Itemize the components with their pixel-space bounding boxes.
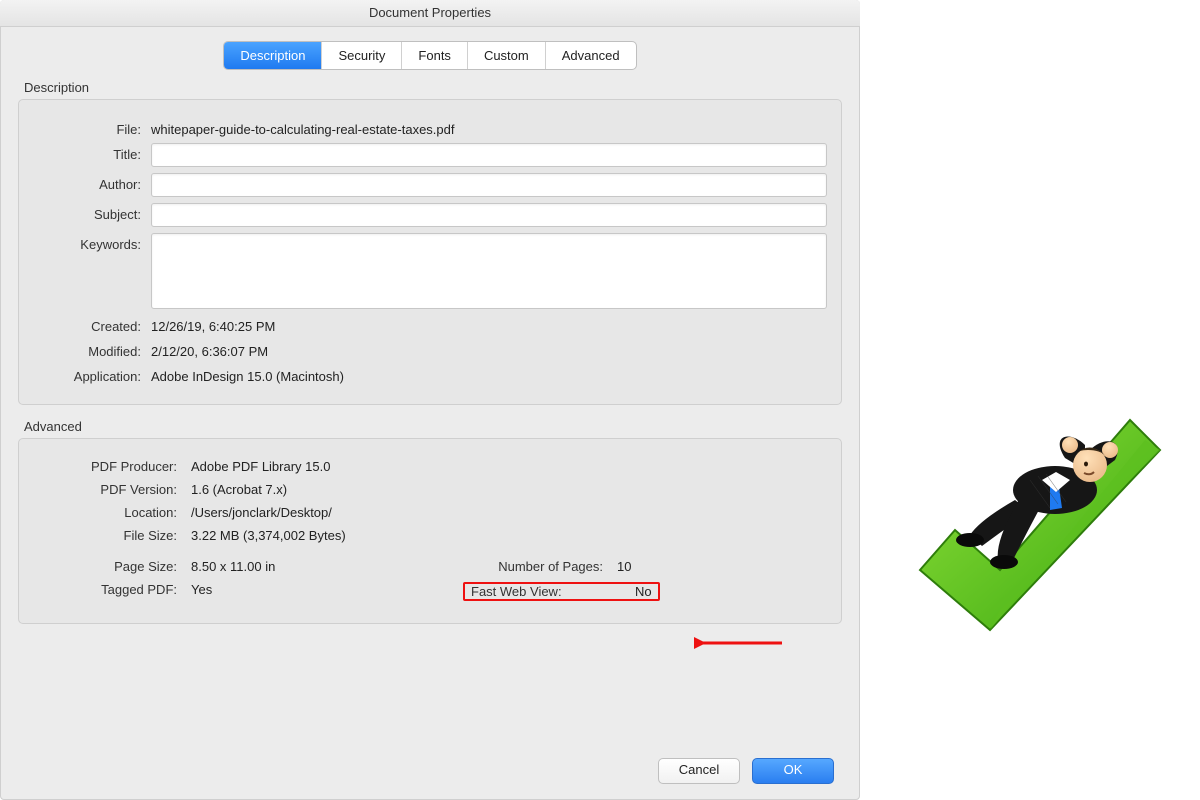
- button-bar: Cancel OK: [658, 758, 834, 784]
- tab-fonts[interactable]: Fonts: [402, 42, 468, 69]
- created-label: Created:: [33, 315, 151, 334]
- tab-description[interactable]: Description: [224, 42, 322, 69]
- cancel-button[interactable]: Cancel: [658, 758, 740, 784]
- author-label: Author:: [33, 173, 151, 192]
- fast-web-view-value: No: [623, 584, 652, 599]
- pdf-producer-label: PDF Producer:: [33, 459, 191, 474]
- file-label: File:: [33, 118, 151, 137]
- location-label: Location:: [33, 505, 191, 520]
- document-properties-dialog: Document Properties Description Security…: [0, 0, 860, 800]
- tab-group: Description Security Fonts Custom Advanc…: [223, 41, 636, 70]
- window-title: Document Properties: [0, 0, 860, 27]
- pdf-version-label: PDF Version:: [33, 482, 191, 497]
- author-input[interactable]: [151, 173, 827, 197]
- num-pages-value: 10: [617, 559, 631, 574]
- application-label: Application:: [33, 365, 151, 384]
- tab-bar: Description Security Fonts Custom Advanc…: [0, 41, 860, 70]
- file-size-label: File Size:: [33, 528, 191, 543]
- description-section-label: Description: [24, 80, 842, 95]
- modified-label: Modified:: [33, 340, 151, 359]
- keywords-input[interactable]: [151, 233, 827, 309]
- pdf-version-value: 1.6 (Acrobat 7.x): [191, 482, 287, 497]
- pdf-producer-value: Adobe PDF Library 15.0: [191, 459, 330, 474]
- tagged-pdf-value: Yes: [191, 582, 212, 597]
- created-value: 12/26/19, 6:40:25 PM: [151, 315, 827, 334]
- location-value: /Users/jonclark/Desktop/: [191, 505, 332, 520]
- tab-security[interactable]: Security: [322, 42, 402, 69]
- tagged-pdf-label: Tagged PDF:: [33, 582, 191, 597]
- ok-button[interactable]: OK: [752, 758, 834, 784]
- title-label: Title:: [33, 143, 151, 162]
- keywords-label: Keywords:: [33, 233, 151, 252]
- fast-web-view-label: Fast Web View:: [471, 584, 623, 599]
- file-value: whitepaper-guide-to-calculating-real-est…: [151, 118, 827, 137]
- num-pages-label: Number of Pages:: [463, 559, 617, 574]
- tab-advanced[interactable]: Advanced: [546, 42, 636, 69]
- annotation-arrow-icon: [694, 636, 784, 650]
- page-size-value: 8.50 x 11.00 in: [191, 559, 275, 574]
- file-size-value: 3.22 MB (3,374,002 Bytes): [191, 528, 346, 543]
- description-groupbox: File: whitepaper-guide-to-calculating-re…: [18, 99, 842, 405]
- advanced-groupbox: PDF Producer: Adobe PDF Library 15.0 PDF…: [18, 438, 842, 624]
- title-input[interactable]: [151, 143, 827, 167]
- subject-input[interactable]: [151, 203, 827, 227]
- tab-custom[interactable]: Custom: [468, 42, 546, 69]
- illustration-businessman-on-checkmark: [900, 380, 1180, 650]
- modified-value: 2/12/20, 6:36:07 PM: [151, 340, 827, 359]
- advanced-section-label: Advanced: [24, 419, 842, 434]
- application-value: Adobe InDesign 15.0 (Macintosh): [151, 365, 827, 384]
- page-size-label: Page Size:: [33, 559, 191, 574]
- fast-web-view-highlight: Fast Web View: No: [463, 582, 660, 601]
- subject-label: Subject:: [33, 203, 151, 222]
